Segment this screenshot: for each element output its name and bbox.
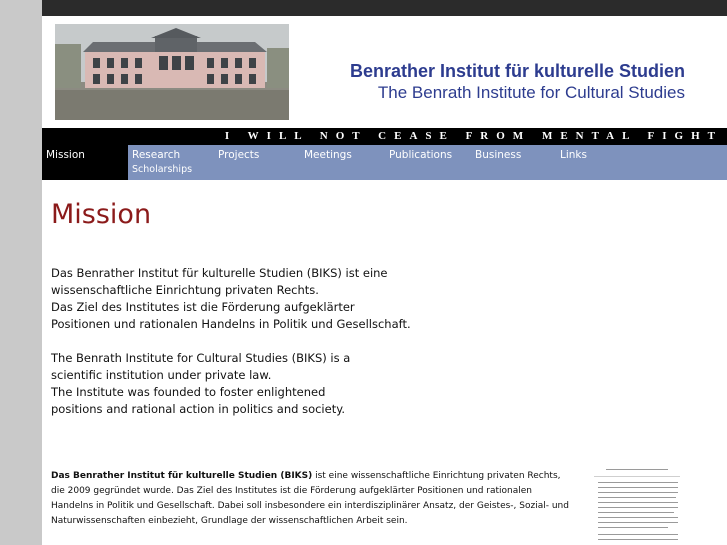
lead-line: wissenschaftliche Einrichtung privaten R…: [51, 283, 319, 297]
page-title: Mission: [51, 199, 152, 230]
top-bar: [42, 0, 727, 16]
nav-item-label: Mission: [46, 149, 85, 161]
nav-item-label: Meetings: [304, 149, 352, 161]
nav-item-label: Research: [132, 149, 181, 161]
site-title-german: Benrather Institut für kulturelle Studie…: [349, 61, 685, 81]
lead-line: Das Ziel des Institutes ist die Förderun…: [51, 300, 355, 314]
header-titles: Benrather Institut für kulturelle Studie…: [350, 60, 685, 104]
nav-item-business[interactable]: Business: [471, 145, 557, 180]
lead-line: The Institute was founded to foster enli…: [51, 385, 326, 399]
nav-item-label: Publications: [389, 149, 453, 161]
nav-subitem-scholarships[interactable]: Scholarships: [132, 164, 192, 175]
header-photo-palace: [55, 24, 289, 120]
nav-item-label: Business: [475, 149, 522, 161]
site-title-english: The Benrath Institute for Cultural Studi…: [377, 83, 685, 102]
nav-item-research[interactable]: Research Scholarships: [128, 145, 214, 180]
detail-bold: Das Benrather Institut für kulturelle St…: [51, 471, 313, 481]
lead-line: The Benrath Institute for Cultural Studi…: [51, 351, 351, 365]
nav-item-label: Links: [560, 149, 587, 161]
nav-item-links[interactable]: Links: [556, 145, 642, 180]
main-nav: Mission Research Scholarships Projects M…: [42, 145, 727, 180]
lead-line: scientific institution under private law…: [51, 368, 272, 382]
motto-bar: I WILL NOT CEASE FROM MENTAL FIGHT: [42, 128, 727, 145]
nav-item-projects[interactable]: Projects: [214, 145, 300, 180]
lead-line: positions and rational action in politic…: [51, 402, 346, 416]
nav-item-mission[interactable]: Mission: [42, 145, 128, 180]
lead-text: Das Benrather Institut für kulturelle St…: [51, 265, 431, 418]
detail-paragraph: Das Benrather Institut für kulturelle St…: [51, 469, 576, 529]
document-thumbnail: [588, 464, 684, 545]
nav-item-publications[interactable]: Publications: [385, 145, 471, 180]
nav-item-meetings[interactable]: Meetings: [300, 145, 386, 180]
lead-line: Das Benrather Institut für kulturelle St…: [51, 266, 388, 280]
lead-line: Positionen und rationalen Handelns in Po…: [51, 317, 411, 331]
left-gutter: [0, 0, 42, 545]
nav-item-label: Projects: [218, 149, 260, 161]
